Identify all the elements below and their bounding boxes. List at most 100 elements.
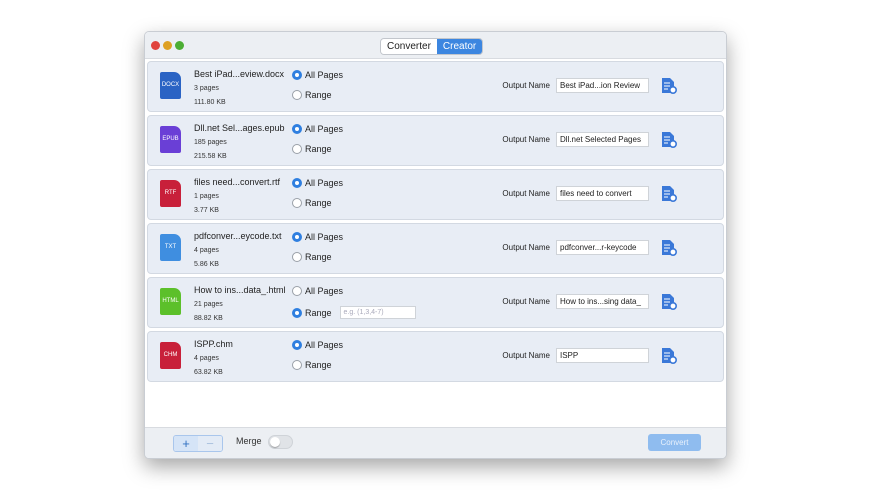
file-row[interactable]: HTML How to ins...data_.html 21 pages 88…: [147, 277, 724, 328]
file-pages: 4 pages: [194, 355, 219, 362]
file-type-icon: DOCX: [160, 72, 181, 99]
all-pages-label: All Pages: [305, 70, 344, 80]
all-pages-radio[interactable]: All Pages: [292, 124, 343, 134]
output-name-label: Output Name: [502, 81, 550, 90]
output-name-input[interactable]: How to ins...sing data_: [556, 294, 649, 309]
range-input[interactable]: e.g. (1,3,4-7): [339, 306, 416, 319]
range-label: Range: [305, 90, 332, 100]
file-pages: 3 pages: [194, 85, 219, 92]
file-pages: 1 pages: [194, 193, 219, 200]
radio-circle[interactable]: [292, 340, 302, 350]
range-label: Range: [305, 144, 332, 154]
file-row[interactable]: EPUB Dll.net Sel...ages.epub 185 pages 2…: [147, 115, 724, 166]
add-remove-group: + −: [173, 435, 223, 452]
radio-circle[interactable]: [292, 90, 302, 100]
radio-circle[interactable]: [292, 252, 302, 262]
file-row[interactable]: RTF files need...convert.rtf 1 pages 3.7…: [147, 169, 724, 220]
range-radio[interactable]: Range: [292, 198, 332, 208]
file-pages: 185 pages: [194, 139, 227, 146]
file-type-icon: CHM: [160, 342, 181, 369]
file-settings-icon[interactable]: [661, 131, 677, 149]
file-pages: 4 pages: [194, 247, 219, 254]
file-pages: 21 pages: [194, 301, 223, 308]
file-row[interactable]: DOCX Best iPad...eview.docx 3 pages 111.…: [147, 61, 724, 112]
close-button[interactable]: [151, 41, 160, 50]
file-settings-icon[interactable]: [661, 77, 677, 95]
file-size: 215.58 KB: [194, 153, 227, 160]
all-pages-label: All Pages: [305, 286, 344, 296]
file-type-icon: TXT: [160, 234, 181, 261]
radio-circle[interactable]: [292, 232, 302, 242]
file-row[interactable]: CHM ISPP.chm 4 pages 63.82 KB All Pages …: [147, 331, 724, 382]
file-size: 5.86 KB: [194, 261, 219, 268]
radio-circle[interactable]: [292, 178, 302, 188]
range-label: Range: [305, 360, 332, 370]
radio-circle[interactable]: [292, 124, 302, 134]
range-radio[interactable]: Range: [292, 252, 332, 262]
output-name-label: Output Name: [502, 189, 550, 198]
output-name-label: Output Name: [502, 297, 550, 306]
radio-circle[interactable]: [292, 70, 302, 80]
file-name: files need...convert.rtf: [194, 177, 281, 187]
file-name: pdfconver...eycode.txt: [194, 231, 282, 241]
merge-label: Merge: [236, 436, 262, 446]
output-name-label: Output Name: [502, 135, 550, 144]
range-label: Range: [305, 307, 332, 318]
radio-circle[interactable]: [292, 286, 302, 296]
range-label: Range: [305, 252, 332, 262]
zoom-button[interactable]: [175, 41, 184, 50]
file-list: DOCX Best iPad...eview.docx 3 pages 111.…: [147, 61, 724, 385]
range-radio[interactable]: Range e.g. (1,3,4-7): [292, 306, 416, 319]
all-pages-radio[interactable]: All Pages: [292, 232, 343, 242]
all-pages-radio[interactable]: All Pages: [292, 70, 343, 80]
file-type-icon: EPUB: [160, 126, 181, 153]
file-row[interactable]: TXT pdfconver...eycode.txt 4 pages 5.86 …: [147, 223, 724, 274]
tab-converter[interactable]: Converter: [381, 39, 437, 54]
radio-circle[interactable]: [292, 307, 302, 318]
file-size: 111.80 KB: [194, 99, 226, 106]
remove-file-button[interactable]: −: [198, 436, 222, 451]
minimize-button[interactable]: [163, 41, 172, 50]
file-settings-icon[interactable]: [661, 185, 677, 203]
file-name: ISPP.chm: [194, 339, 233, 349]
bottom-bar: + − Merge Convert: [145, 427, 726, 458]
title-bar: Converter Creator: [145, 32, 726, 59]
output-name-input[interactable]: Dll.net Selected Pages: [556, 132, 649, 147]
file-size: 63.82 KB: [194, 369, 223, 376]
all-pages-label: All Pages: [305, 124, 344, 134]
all-pages-label: All Pages: [305, 232, 344, 242]
convert-button[interactable]: Convert: [648, 434, 701, 451]
mode-switcher: Converter Creator: [380, 38, 484, 55]
radio-circle[interactable]: [292, 360, 302, 370]
radio-circle[interactable]: [292, 144, 302, 154]
file-size: 88.82 KB: [194, 315, 223, 322]
app-window: Converter Creator DOCX Best iPad...eview…: [144, 31, 727, 459]
all-pages-radio[interactable]: All Pages: [292, 340, 343, 350]
range-radio[interactable]: Range: [292, 90, 332, 100]
output-name-input[interactable]: pdfconver...r-keycode: [556, 240, 649, 255]
file-type-icon: RTF: [160, 180, 181, 207]
tab-creator[interactable]: Creator: [436, 39, 483, 54]
output-name-input[interactable]: ISPP: [556, 348, 649, 363]
output-name-input[interactable]: Best iPad...ion Review: [556, 78, 649, 93]
file-settings-icon[interactable]: [661, 347, 677, 365]
output-name-label: Output Name: [502, 243, 550, 252]
all-pages-label: All Pages: [305, 340, 344, 350]
all-pages-radio[interactable]: All Pages: [292, 178, 343, 188]
all-pages-radio[interactable]: All Pages: [292, 286, 343, 296]
file-settings-icon[interactable]: [661, 239, 677, 257]
file-name: Dll.net Sel...ages.epub: [194, 123, 285, 133]
range-radio[interactable]: Range: [292, 360, 332, 370]
output-name-label: Output Name: [502, 351, 550, 360]
all-pages-label: All Pages: [305, 178, 344, 188]
file-settings-icon[interactable]: [661, 293, 677, 311]
file-type-icon: HTML: [160, 288, 181, 315]
file-name: How to ins...data_.html: [194, 285, 286, 295]
merge-toggle[interactable]: [268, 435, 293, 449]
range-radio[interactable]: Range: [292, 144, 332, 154]
file-name: Best iPad...eview.docx: [194, 69, 285, 79]
add-file-button[interactable]: +: [174, 436, 198, 451]
file-size: 3.77 KB: [194, 207, 219, 214]
output-name-input[interactable]: files need to convert: [556, 186, 649, 201]
radio-circle[interactable]: [292, 198, 302, 208]
